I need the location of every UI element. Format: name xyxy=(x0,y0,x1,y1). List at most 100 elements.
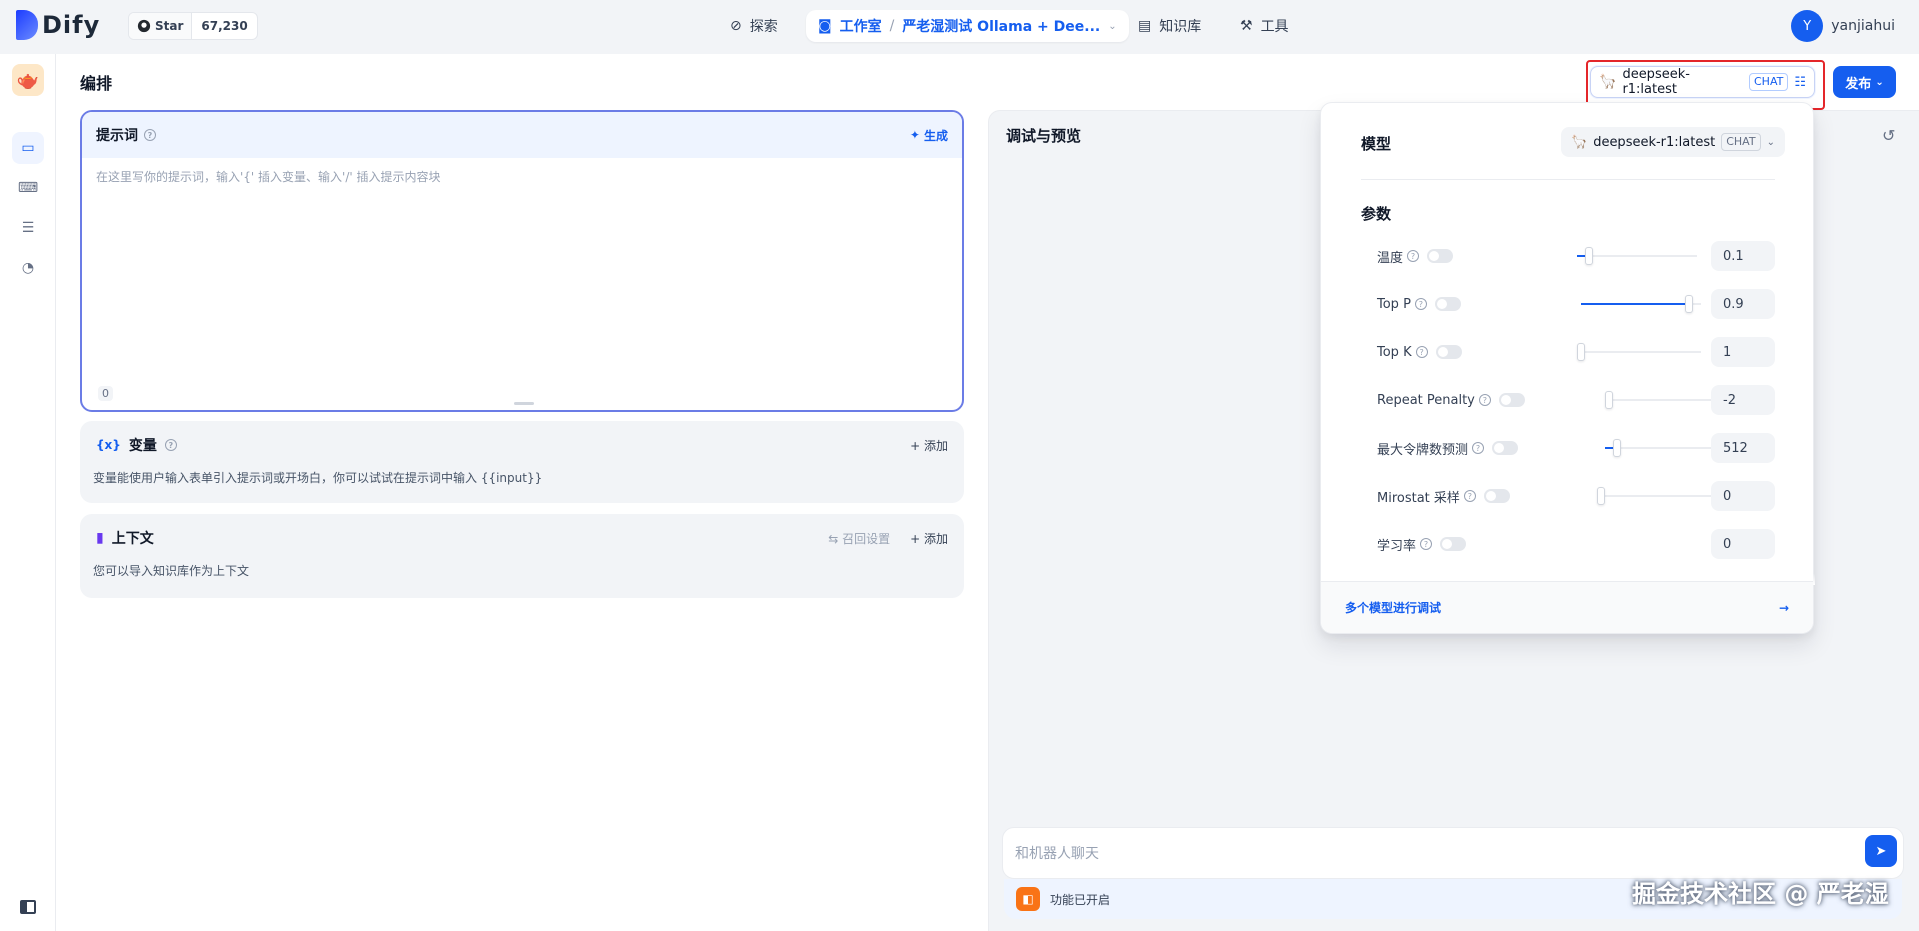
param-row: 最大令牌数预测? 512 xyxy=(1377,433,1775,463)
char-count: 0 xyxy=(98,386,113,401)
param-slider[interactable] xyxy=(1605,439,1725,457)
terminal-icon[interactable]: ⌨ xyxy=(12,172,44,204)
nav-explore[interactable]: ⊘ 探索 xyxy=(718,10,790,42)
model-mode-badge: CHAT xyxy=(1749,73,1789,91)
param-name: 学习率? xyxy=(1377,535,1467,554)
send-button[interactable]: ➤ xyxy=(1865,835,1897,867)
nav-studio-label: 工作室 xyxy=(839,19,882,35)
publish-button[interactable]: 发布 ⌄ xyxy=(1833,66,1896,98)
help-icon[interactable]: ? xyxy=(1407,250,1420,262)
param-toggle[interactable] xyxy=(1492,441,1519,455)
app-icon[interactable]: 🫖 xyxy=(12,64,44,96)
slider-thumb[interactable] xyxy=(1585,247,1593,265)
user-name: yanjiahui xyxy=(1831,18,1895,34)
slider-fill xyxy=(1581,303,1689,305)
help-icon[interactable]: ? xyxy=(164,439,177,451)
param-value-input[interactable]: -2 xyxy=(1711,385,1775,415)
orchestrate-icon[interactable]: ▭ xyxy=(12,132,44,164)
param-slider[interactable] xyxy=(1597,487,1721,505)
debug-title: 调试与预览 xyxy=(1006,127,1082,145)
recall-settings-button[interactable]: ⇆ 召回设置 xyxy=(828,530,890,547)
nav-knowledge[interactable]: ▤ 知识库 xyxy=(1126,10,1213,42)
param-row: Top P? 0.9 xyxy=(1377,289,1775,319)
param-name: Mirostat 采样? xyxy=(1377,487,1510,506)
param-label: Mirostat 采样 xyxy=(1377,490,1460,506)
logo-icon xyxy=(16,10,38,40)
slider-thumb[interactable] xyxy=(1605,391,1613,409)
model-selector-button[interactable]: 🦙 deepseek-r1:latest CHAT ☷ xyxy=(1590,66,1815,98)
slider-thumb[interactable] xyxy=(1597,487,1605,505)
watermark: 掘金技术社区 @ 严老湿 xyxy=(1632,880,1889,908)
add-context-label: 添加 xyxy=(923,531,948,546)
slider-thumb[interactable] xyxy=(1685,295,1693,313)
chevron-down-icon: ⌄ xyxy=(1766,136,1775,148)
help-icon[interactable]: ? xyxy=(144,129,156,141)
param-value-input[interactable]: 512 xyxy=(1711,433,1775,463)
arrow-right-icon: → xyxy=(1778,600,1789,615)
help-icon[interactable]: ? xyxy=(1463,490,1476,502)
param-value-input[interactable]: 0 xyxy=(1711,529,1775,559)
slider-thumb[interactable] xyxy=(1613,439,1621,457)
publish-label: 发布 xyxy=(1845,76,1872,92)
user-menu[interactable]: Y yanjiahui xyxy=(1791,10,1895,42)
variables-description: 变量能使用户输入表单引入提示词或开场白，你可以试试在提示词中输入 {{input… xyxy=(93,471,543,485)
generate-button[interactable]: ✦ 生成 xyxy=(910,127,948,144)
param-row: Mirostat 采样? 0 xyxy=(1377,481,1775,511)
context-title: 上下文 xyxy=(111,531,154,547)
chevron-down-icon[interactable]: ⌄ xyxy=(1108,21,1116,32)
github-star-button[interactable]: Star 67,230 xyxy=(128,12,258,40)
monitor-icon[interactable]: ◔ xyxy=(12,252,44,284)
chat-input[interactable]: 和机器人聊天 xyxy=(1002,827,1904,879)
param-value-input[interactable]: 0 xyxy=(1711,481,1775,511)
nav-tools[interactable]: ⚒ 工具 xyxy=(1228,10,1301,42)
param-label: 温度 xyxy=(1377,250,1404,266)
logs-icon[interactable]: ☰ xyxy=(12,212,44,244)
param-toggle[interactable] xyxy=(1498,393,1525,407)
collapse-sidebar-icon[interactable] xyxy=(20,900,36,914)
hammer-icon: ⚒ xyxy=(1240,18,1253,34)
help-icon[interactable]: ? xyxy=(1415,346,1428,358)
prompt-editor: 提示词? ✦ 生成 在这里写你的提示词，输入'{' 插入变量、输入'/' 插入提示… xyxy=(80,110,964,412)
param-toggle[interactable] xyxy=(1440,537,1467,551)
param-slider[interactable] xyxy=(1577,247,1697,265)
param-value-input[interactable]: 0.1 xyxy=(1711,241,1775,271)
settings-icon: ⇆ xyxy=(828,531,839,546)
plus-icon: + xyxy=(910,531,921,546)
help-icon[interactable]: ? xyxy=(1472,442,1485,454)
param-label: Repeat Penalty xyxy=(1377,392,1475,408)
param-toggle[interactable] xyxy=(1483,489,1510,503)
compass-icon: ⊘ xyxy=(730,18,742,34)
settings-sliders-icon[interactable]: ☷ xyxy=(1794,75,1806,90)
breadcrumb-separator: / xyxy=(889,18,895,34)
param-slider[interactable] xyxy=(1577,343,1701,361)
avatar[interactable]: Y xyxy=(1791,10,1824,42)
param-label: 学习率 xyxy=(1377,538,1417,554)
slider-thumb[interactable] xyxy=(1577,343,1585,361)
param-value-input[interactable]: 1 xyxy=(1711,337,1775,367)
github-star-count: 67,230 xyxy=(201,19,248,33)
param-toggle[interactable] xyxy=(1435,345,1462,359)
add-context-button[interactable]: + 添加 xyxy=(910,530,948,547)
add-variable-button[interactable]: + 添加 xyxy=(910,437,948,454)
param-toggle[interactable] xyxy=(1434,297,1461,311)
nav-studio[interactable]: ◙ 工作室 / 严老湿测试 Ollama + Dee... ⌄ xyxy=(806,10,1129,42)
dify-logo[interactable]: Dify xyxy=(16,10,100,40)
param-value-input[interactable]: 0.9 xyxy=(1711,289,1775,319)
model-label: 模型 xyxy=(1361,135,1392,153)
resize-handle[interactable] xyxy=(514,402,534,405)
help-icon[interactable]: ? xyxy=(1414,298,1427,310)
app-sidebar: 🫖 ▭ ⌨ ☰ ◔ xyxy=(0,54,56,931)
help-icon[interactable]: ? xyxy=(1420,538,1433,550)
multi-model-debug-button[interactable]: 多个模型进行调试 → xyxy=(1321,581,1813,633)
model-dropdown[interactable]: 🦙 deepseek-r1:latest CHAT ⌄ xyxy=(1561,127,1785,157)
param-row: 温度? 0.1 xyxy=(1377,241,1775,271)
app-switcher[interactable]: 严老湿测试 Ollama + Dee... xyxy=(902,16,1100,36)
param-slider[interactable] xyxy=(1581,295,1701,313)
prompt-input[interactable]: 在这里写你的提示词，输入'{' 插入变量、输入'/' 插入提示内容块 xyxy=(96,168,441,185)
help-icon[interactable]: ? xyxy=(1478,394,1491,406)
param-toggle[interactable] xyxy=(1427,249,1454,263)
divider xyxy=(1361,179,1775,180)
github-star[interactable]: Star xyxy=(129,13,193,39)
refresh-icon[interactable]: ↺ xyxy=(1882,126,1895,145)
param-name: 最大令牌数预测? xyxy=(1377,439,1519,458)
